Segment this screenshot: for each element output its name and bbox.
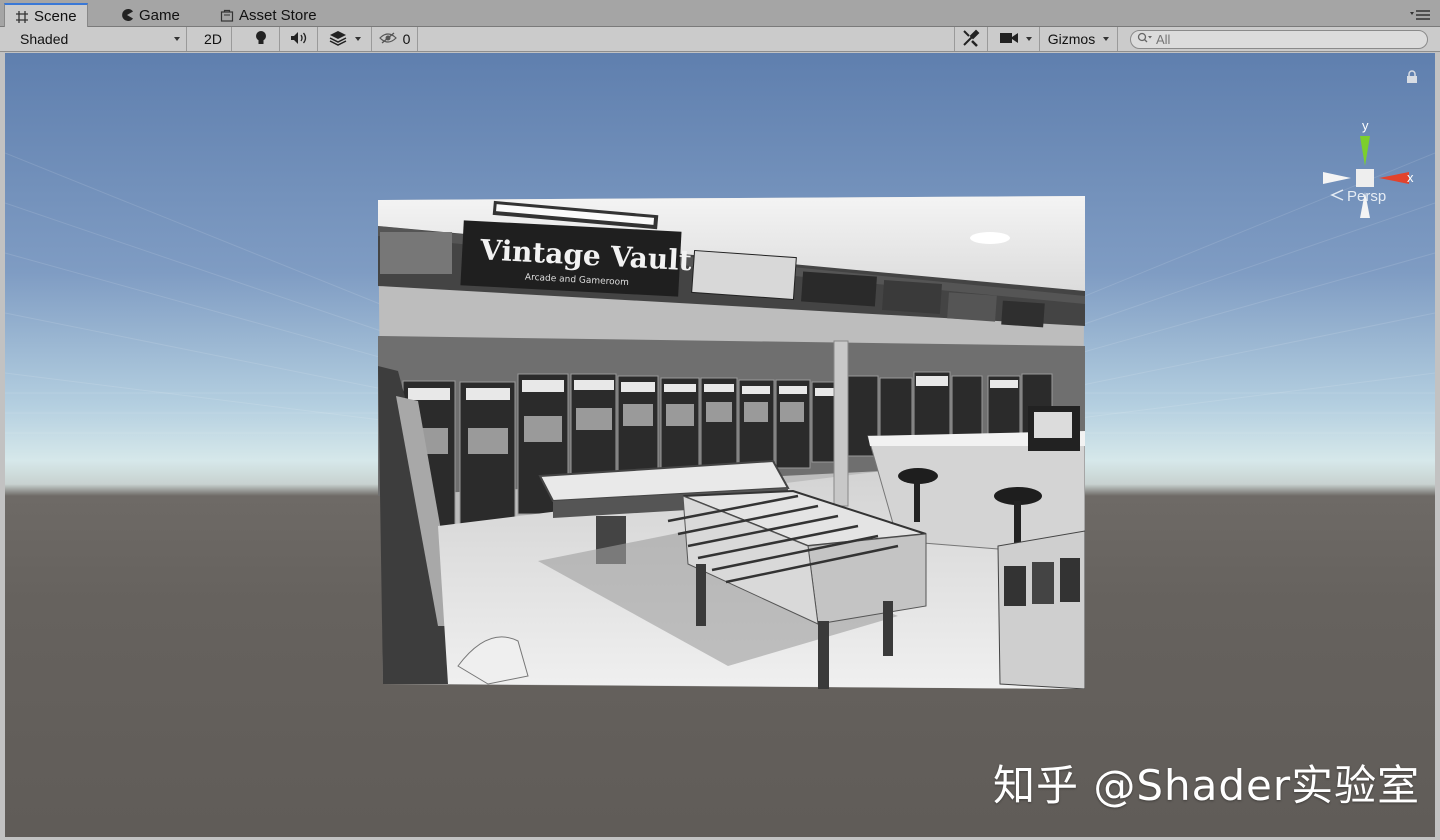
chevron-down-icon — [354, 37, 361, 41]
editor-tab-bar: Scene Game Asset Store — [0, 0, 1440, 28]
draw-mode-label: Shaded — [20, 31, 69, 47]
chevron-down-icon — [174, 37, 180, 41]
gizmo-y-axis-arrow[interactable] — [1360, 136, 1370, 166]
projection-label: Persp — [1347, 188, 1387, 205]
lock-icon[interactable] — [1406, 70, 1418, 84]
toggle-2d-label: 2D — [204, 31, 222, 47]
lightbulb-icon — [254, 30, 268, 49]
hidden-objects-toggle[interactable]: 0 — [372, 27, 418, 51]
scene-search[interactable] — [1130, 30, 1428, 49]
chevron-down-icon — [1103, 37, 1110, 41]
tab-label: Game — [139, 6, 180, 24]
tab-scene[interactable]: Scene — [4, 3, 88, 28]
watermark-text: 知乎 @Shader实验室 — [993, 761, 1421, 810]
pacman-icon — [120, 8, 134, 22]
grid-icon — [15, 10, 29, 24]
tab-game[interactable]: Game — [110, 3, 190, 27]
camera-settings-dropdown[interactable] — [992, 27, 1040, 51]
wrench-icon — [962, 29, 980, 50]
gizmo-x-label: x — [1407, 170, 1414, 185]
arcade-photo: Vintage Vault Arcade and Gameroom — [378, 196, 1085, 689]
tab-label: Asset Store — [239, 6, 317, 24]
gizmos-dropdown[interactable]: Gizmos — [1040, 27, 1118, 51]
speaker-icon — [290, 31, 308, 48]
scene-viewport[interactable]: Vintage Vault Arcade and Gameroom y x Pe… — [5, 53, 1435, 837]
toggle-2d-button[interactable]: 2D — [195, 27, 232, 51]
tab-asset-store[interactable]: Asset Store — [210, 3, 327, 27]
audio-toggle[interactable] — [280, 27, 318, 51]
tab-label: Scene — [34, 8, 77, 25]
eye-slash-icon — [378, 31, 397, 47]
gizmo-neg-x-axis-arrow[interactable] — [1323, 172, 1351, 184]
panel-menu-icon[interactable] — [1410, 9, 1430, 21]
camera-icon — [999, 31, 1018, 47]
draw-mode-dropdown[interactable]: Shaded — [10, 27, 187, 51]
projection-toggle[interactable]: Persp — [1330, 188, 1386, 205]
gizmos-label: Gizmos — [1047, 31, 1096, 47]
perspective-icon — [1330, 188, 1344, 205]
hidden-count: 0 — [402, 31, 411, 47]
gizmo-x-axis-arrow[interactable] — [1379, 172, 1409, 184]
gizmo-center-cube[interactable] — [1356, 169, 1374, 187]
tools-toggle[interactable] — [954, 27, 988, 51]
scene-quad[interactable]: Vintage Vault Arcade and Gameroom — [378, 196, 1085, 689]
search-icon — [1137, 32, 1153, 47]
effects-dropdown[interactable] — [318, 27, 372, 51]
orientation-gizmo[interactable]: y x — [1315, 116, 1415, 226]
lighting-toggle[interactable] — [242, 27, 280, 51]
chevron-down-icon — [1025, 37, 1032, 41]
layers-icon — [329, 30, 347, 49]
gizmo-y-label: y — [1362, 118, 1369, 133]
shopping-bag-icon — [220, 8, 234, 22]
search-input[interactable] — [1156, 32, 1416, 47]
